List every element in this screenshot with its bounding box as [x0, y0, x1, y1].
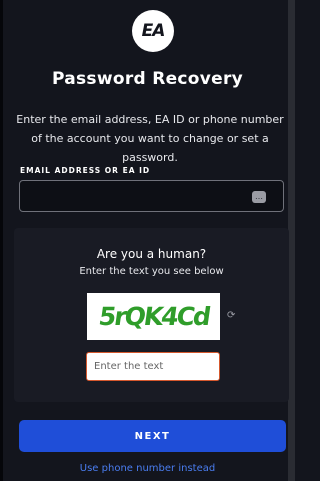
use-phone-number-link[interactable]: Use phone number instead: [0, 463, 295, 474]
captcha-image: 5rQK4Cd: [87, 293, 220, 340]
ea-logo: EA: [132, 10, 174, 52]
email-field-label: EMAIL ADDRESS OR EA ID: [20, 166, 151, 175]
autofill-icon[interactable]: …: [252, 191, 266, 203]
page-description: Enter the email address, EA ID or phone …: [16, 113, 284, 164]
captcha-image-text: 5rQK4Cd: [96, 302, 211, 331]
captcha-panel: Are you a human? Enter the text you see …: [14, 228, 289, 402]
captcha-input[interactable]: [86, 352, 220, 381]
page-title: Password Recovery: [51, 69, 244, 89]
next-button[interactable]: NEXT: [19, 420, 286, 452]
refresh-icon[interactable]: ⟳: [227, 310, 235, 321]
captcha-instruction: Enter the text you see below: [79, 266, 224, 277]
email-field[interactable]: …: [19, 180, 284, 212]
captcha-question: Are you a human?: [96, 247, 207, 261]
ea-logo-text: EA: [141, 21, 166, 41]
